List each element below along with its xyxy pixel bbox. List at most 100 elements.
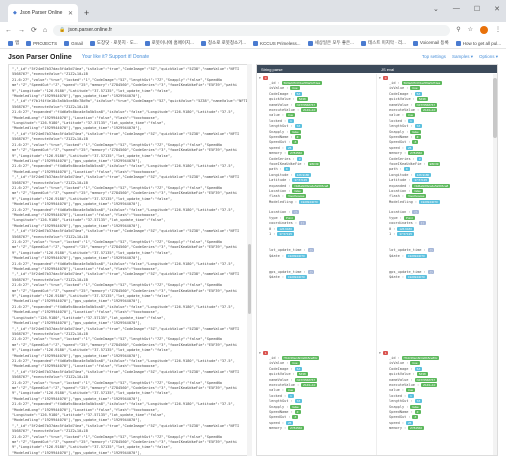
- back-icon[interactable]: ←: [5, 27, 12, 34]
- tree-scrollbar-thumb[interactable]: [493, 78, 497, 138]
- tree-value: 1: [288, 393, 294, 398]
- editor-line: 21-6:27","expanded":"f4d6a9c8bca4e5a5b5c…: [12, 110, 235, 115]
- tree-key: SpeedName: [389, 409, 409, 414]
- reload-icon[interactable]: ⟳: [31, 26, 37, 34]
- bookmark-item[interactable]: Voicemail 등록: [412, 40, 449, 46]
- bookmark-label: Voicemail 등록: [419, 40, 449, 45]
- address-bar[interactable]: 🔒 json.parser.online.fr: [53, 24, 451, 36]
- tree-key: gps_update_time: [269, 269, 302, 274]
- tree-value: Point: [403, 215, 415, 220]
- expand-icon[interactable]: ▾: [379, 351, 381, 355]
- expand-icon[interactable]: ▾: [259, 351, 261, 355]
- tab-json-parser[interactable]: ◆ Json Parser Online ✕: [8, 4, 78, 22]
- json-input-editor[interactable]: ","_id":"5f24e67b37dac5f4a5d74ea","isVal…: [8, 64, 252, 456]
- bookmark-item[interactable]: 테스트 미지막 · 리...: [360, 40, 406, 46]
- colon: :: [393, 232, 396, 237]
- string-parse-label: String parse: [261, 66, 283, 72]
- tree-value: Z1Z2+10: [421, 108, 438, 113]
- expand-icon[interactable]: ▾: [259, 76, 261, 80]
- tree-key: lot_update_time: [389, 248, 422, 253]
- colon: :: [303, 269, 306, 274]
- editor-scrollbar[interactable]: [247, 64, 252, 456]
- colon: :: [294, 199, 297, 204]
- tree-key: memory: [269, 151, 282, 156]
- support-link[interactable]: Your like it? Support it! Donate: [82, 54, 149, 60]
- extension-icon[interactable]: ⚲: [456, 26, 460, 34]
- tree-value: [ ]: [298, 221, 306, 226]
- header-link[interactable]: Samples ▾: [452, 54, 473, 60]
- tree-key: executeValue: [389, 108, 415, 113]
- colon: :: [408, 140, 411, 145]
- colon: :: [416, 382, 420, 387]
- tree-key: coordinates: [389, 221, 413, 226]
- close-tab-icon[interactable]: ✕: [68, 10, 73, 17]
- bookmark-item[interactable]: 로봇이나에 홈페이지...: [144, 40, 194, 46]
- tree-value: Yoochooose: [406, 194, 427, 199]
- bookmark-item[interactable]: Gmail: [64, 40, 83, 46]
- menu-icon[interactable]: ⋮: [495, 26, 501, 34]
- star-icon[interactable]: ☆: [468, 26, 473, 34]
- tree-value: 3: [296, 156, 303, 161]
- tree-value: 37.57135: [397, 232, 414, 237]
- colon: :: [286, 361, 289, 366]
- maximize-icon[interactable]: ☐: [474, 5, 480, 13]
- tree-key: SpeedName: [269, 134, 289, 139]
- bookmark-item[interactable]: 청소로 로봇청소기...: [200, 40, 246, 46]
- bookmark-item[interactable]: PROJECTS: [26, 40, 57, 46]
- editor-scrollbar-thumb[interactable]: [248, 244, 251, 314]
- bookmark-item[interactable]: How to get all pul...: [455, 40, 501, 46]
- bookmark-item[interactable]: 앱: [8, 40, 19, 46]
- colon: :: [423, 269, 426, 274]
- new-tab-icon[interactable]: +: [84, 8, 89, 18]
- tree-value: { }: [292, 210, 300, 215]
- tree-value: 25: [406, 145, 414, 150]
- tab-favicon-icon: ◆: [13, 10, 17, 16]
- header-link[interactable]: Top settings: [422, 54, 446, 60]
- tree-key: speed: [389, 145, 400, 150]
- tree-key: SpeedName: [269, 409, 289, 414]
- tree-value: Z1Z2+10: [421, 382, 438, 387]
- home-icon[interactable]: ⌂: [43, 27, 47, 34]
- colon: :: [290, 172, 293, 177]
- avatar[interactable]: [480, 26, 488, 34]
- colon: :: [283, 151, 287, 156]
- tree-scrollbar[interactable]: [493, 74, 497, 455]
- colon: :: [401, 275, 404, 280]
- tree-key: nameValue: [269, 102, 289, 107]
- array-index-badge: 0: [382, 75, 389, 80]
- bookmark-item[interactable]: KCCUS Primeless...: [253, 40, 301, 46]
- tree-key: 1: [389, 232, 392, 237]
- tree-column-js-eval: ▾ 0 _id:5f24e67b37dac5f4a5d74ea isValue: tru…: [377, 74, 497, 455]
- bookmark-label: Gmail: [71, 40, 83, 46]
- tree-key: executeValue: [389, 382, 415, 387]
- colon: :: [403, 426, 407, 431]
- tree-value: Z: [292, 415, 299, 420]
- bookmark-icon: [307, 40, 313, 46]
- tree-key: value: [389, 113, 400, 118]
- minimize-icon[interactable]: —: [453, 5, 460, 13]
- colon: :: [401, 194, 404, 199]
- tree-key: lengthGut: [389, 124, 409, 129]
- bookmark-label: 도장닷 · 로봇지 · 도...: [96, 40, 138, 45]
- colon: :: [279, 167, 282, 172]
- bookmark-item[interactable]: 도장닷 · 로봇지 · 도...: [89, 40, 138, 46]
- array-index-badge: 0: [262, 75, 269, 80]
- tree-value: Z: [292, 140, 299, 145]
- expand-icon[interactable]: ▾: [379, 76, 381, 80]
- tree-key: expanded: [269, 183, 287, 188]
- colon: :: [283, 426, 287, 431]
- bookmark-item[interactable]: 세상일은 모두 좋은...: [307, 40, 354, 46]
- tree-value: 1929944070: [286, 253, 307, 258]
- tree-key: 1: [269, 232, 272, 237]
- chevron-down-icon[interactable]: ⌄: [433, 5, 439, 13]
- tree-value: true: [406, 113, 416, 118]
- close-window-icon[interactable]: ✕: [494, 5, 500, 13]
- window-controls: ⌄ — ☐ ✕: [433, 5, 500, 13]
- bookmark-icon: [200, 40, 206, 46]
- tree-value: true: [290, 361, 300, 366]
- tree-value: 5Z: [414, 366, 423, 371]
- forward-icon[interactable]: →: [18, 27, 25, 34]
- header-link[interactable]: Options ▾: [479, 54, 498, 60]
- editor-line: ","_id":"5f24e67b37dac5f4a5d74ea","isVal…: [12, 175, 240, 180]
- tree-value: true: [286, 388, 296, 393]
